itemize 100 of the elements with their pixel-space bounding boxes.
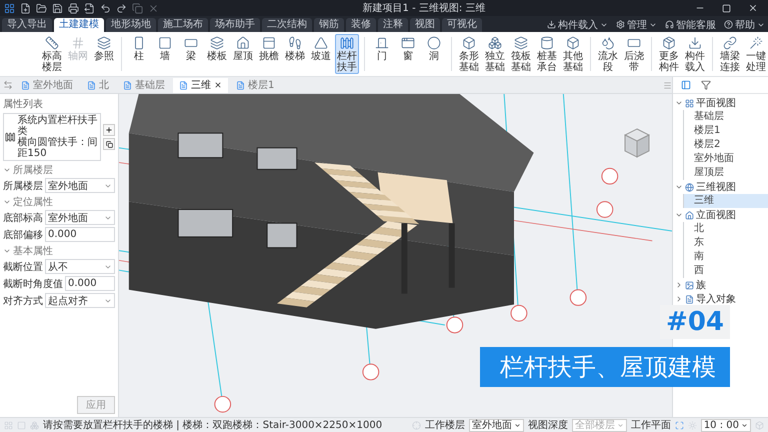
select-field[interactable]: 10 : 00 xyxy=(700,418,751,432)
tree-item[interactable]: 楼层2 xyxy=(684,138,768,152)
fence-icon xyxy=(340,36,354,50)
menu-item[interactable]: 帮助 xyxy=(721,17,768,32)
input-field[interactable]: 0.000 xyxy=(65,276,115,291)
view-tab[interactable]: 三维 xyxy=(173,78,228,92)
redo-icon[interactable] xyxy=(116,2,127,14)
ribbon-tool[interactable]: 更多构件 xyxy=(657,34,681,74)
tree-item[interactable]: 立面视图 xyxy=(696,208,736,222)
ribbon-tool[interactable]: 柱 xyxy=(127,34,151,74)
ribbon-tool[interactable]: 参照 xyxy=(92,34,116,74)
ribbon-tool[interactable]: 窗 xyxy=(396,34,420,74)
view-tab[interactable]: 北 xyxy=(81,78,115,92)
status-message: 请按需要放置栏杆扶手的楼梯 | 楼梯：双跑楼梯：Stair-3000×2250×1000 xyxy=(43,418,382,432)
settings-icon xyxy=(616,20,625,29)
tree-item[interactable]: 基础层 xyxy=(684,110,768,124)
tree-item[interactable]: 屋顶层 xyxy=(684,166,768,180)
section-header[interactable]: 所属楼层 xyxy=(3,163,115,176)
copy-icon[interactable] xyxy=(132,2,143,14)
copy-button[interactable] xyxy=(103,138,115,150)
menu-tab[interactable]: 施工场布 xyxy=(158,18,208,32)
select-field[interactable]: 从不 xyxy=(45,259,115,274)
panel-icon[interactable] xyxy=(681,80,691,90)
menu-tab[interactable]: 视图 xyxy=(410,18,440,32)
tree-item[interactable]: 导入对象 xyxy=(696,292,736,306)
ribbon-tool[interactable]: 构件载入 xyxy=(683,34,707,74)
property-label: 截断时角度值 xyxy=(3,278,63,290)
menu-tab[interactable]: 土建建模 xyxy=(54,18,104,32)
select-field[interactable]: 起点对齐 xyxy=(45,293,115,308)
tree-item[interactable]: 北 xyxy=(684,222,768,236)
menu-tab[interactable]: 装修 xyxy=(346,18,376,32)
menu-tab[interactable]: 地形场地 xyxy=(106,18,156,32)
ribbon-tool[interactable]: 标高楼层 xyxy=(40,34,64,74)
select-field[interactable]: 室外地面 xyxy=(468,418,524,432)
export-icon[interactable] xyxy=(84,2,95,14)
ribbon-tool[interactable]: 栏杆扶手 xyxy=(335,34,359,74)
swap-icon[interactable] xyxy=(3,80,13,90)
ribbon-tool[interactable]: 桩基承台 xyxy=(535,34,559,74)
delete-icon[interactable] xyxy=(148,2,159,14)
property-label: 所属楼层 xyxy=(3,180,43,192)
view-tab[interactable]: 基础层 xyxy=(117,78,171,92)
menu-item[interactable]: 构件载入 xyxy=(544,17,611,32)
view-tab[interactable]: 楼层1 xyxy=(230,78,280,92)
menu-tab[interactable]: 场布助手 xyxy=(210,18,260,32)
ribbon-tool[interactable]: 挑檐 xyxy=(257,34,281,74)
tree-item[interactable]: 西 xyxy=(684,264,768,278)
menu-tab[interactable]: 可视化 xyxy=(442,18,482,32)
save-icon[interactable] xyxy=(52,2,63,14)
ribbon-tool[interactable]: 后浇带 xyxy=(622,34,646,74)
download-icon xyxy=(688,36,702,50)
tree-item[interactable]: 楼层1 xyxy=(684,124,768,138)
menu-item[interactable]: 智能客服 xyxy=(662,17,719,32)
grid-icon xyxy=(71,36,85,50)
ribbon-tool[interactable]: 筏板基础 xyxy=(509,34,533,74)
ribbon-tool[interactable]: 一键处理 xyxy=(744,34,768,74)
view-tab[interactable]: 室外地面 xyxy=(15,78,79,92)
tree-item[interactable]: 南 xyxy=(684,250,768,264)
ribbon-tool[interactable]: 洞 xyxy=(422,34,446,74)
tree-item[interactable]: 东 xyxy=(684,236,768,250)
grid-icon xyxy=(685,98,694,108)
ribbon-tool[interactable]: 梁 xyxy=(179,34,203,74)
ribbon-tool[interactable]: 墙梁连接 xyxy=(718,34,742,74)
tree-item[interactable]: 三维 xyxy=(684,194,768,208)
circle-icon xyxy=(427,36,441,50)
ribbon-tool[interactable]: 门 xyxy=(370,34,394,74)
select-field[interactable]: 室外地面 xyxy=(45,178,115,193)
new-file-icon[interactable] xyxy=(20,2,31,14)
tree-item[interactable]: 三维视图 xyxy=(696,180,736,194)
undo-icon[interactable] xyxy=(100,2,111,14)
headset-icon xyxy=(665,20,674,29)
ribbon-tool[interactable]: 流水段 xyxy=(596,34,620,74)
print-icon[interactable] xyxy=(68,2,79,14)
menu-item[interactable]: 管理 xyxy=(613,17,660,32)
select-field[interactable]: 室外地面 xyxy=(45,210,115,225)
type-selector[interactable]: 系统内置栏杆扶手类 横向圆管扶手：间距150 xyxy=(3,113,101,161)
add-button[interactable] xyxy=(103,124,115,136)
section-header[interactable]: 基本属性 xyxy=(3,244,115,257)
filter-icon[interactable] xyxy=(701,80,711,90)
ribbon-tool[interactable]: 墙 xyxy=(153,34,177,74)
axis-bubble xyxy=(446,316,464,334)
open-folder-icon[interactable] xyxy=(36,2,47,14)
ribbon-tool[interactable]: 屋顶 xyxy=(231,34,255,74)
section-header[interactable]: 定位属性 xyxy=(3,195,115,208)
caret-icon xyxy=(514,422,521,428)
ribbon-tool[interactable]: 楼梯 xyxy=(283,34,307,74)
ribbon-tool[interactable]: 坡道 xyxy=(309,34,333,74)
tree-item[interactable]: 室外地面 xyxy=(684,152,768,166)
menu-tab[interactable]: 二次结构 xyxy=(262,18,312,32)
tree-item[interactable]: 平面视图 xyxy=(696,96,736,110)
property-label: 截断位置 xyxy=(3,260,43,274)
close-icon xyxy=(748,3,758,13)
ribbon-tool[interactable]: 独立基础 xyxy=(483,34,507,74)
menu-tab[interactable]: 注释 xyxy=(378,18,408,32)
menu-tab[interactable]: 钢筋 xyxy=(314,18,344,32)
menu-tab[interactable]: 导入导出 xyxy=(2,18,52,32)
tree-item[interactable]: 族 xyxy=(696,278,706,292)
ribbon-tool[interactable]: 楼板 xyxy=(205,34,229,74)
ribbon-tool[interactable]: 条形基础 xyxy=(457,34,481,74)
ribbon-tool[interactable]: 其他基础 xyxy=(561,34,585,74)
input-field[interactable]: 0.000 xyxy=(45,227,115,242)
